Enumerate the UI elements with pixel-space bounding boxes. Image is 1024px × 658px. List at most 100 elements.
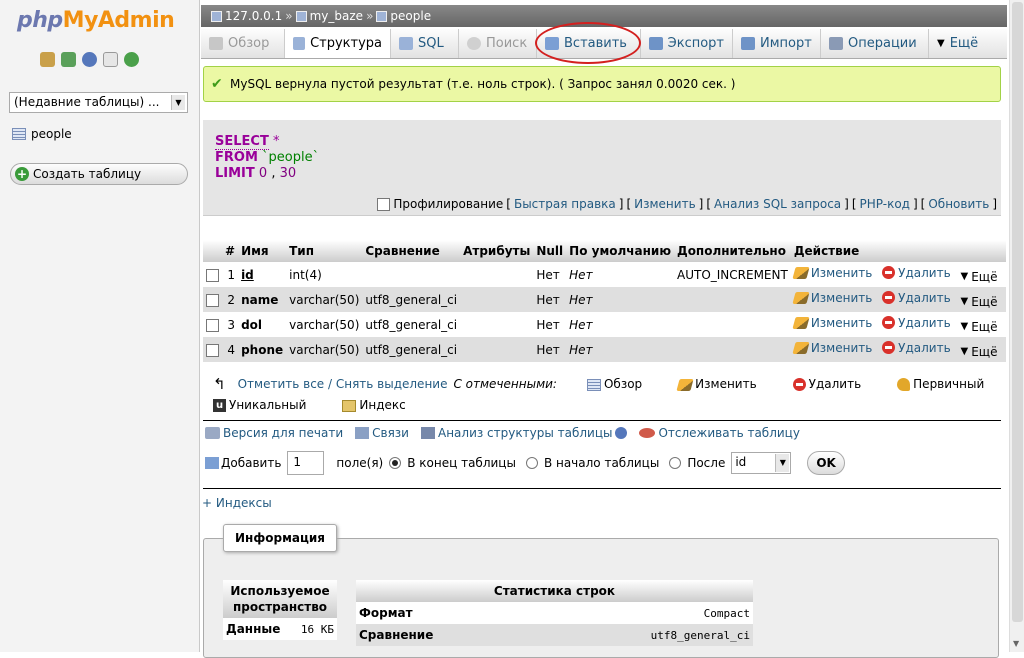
at-begin-label: В начало таблицы bbox=[543, 456, 660, 470]
sidebar-table-people[interactable]: people bbox=[12, 127, 72, 141]
ok-button[interactable]: OK bbox=[807, 451, 845, 475]
bulk-unique-button[interactable]: u Уникальный bbox=[213, 395, 306, 416]
more-actions-button[interactable]: ▼ Ещё bbox=[960, 270, 997, 284]
column-header: Null bbox=[533, 240, 567, 262]
pencil-icon bbox=[792, 342, 810, 354]
row-number: 1 bbox=[222, 262, 239, 287]
check-all-link[interactable]: Отметить все / Снять выделение bbox=[238, 374, 448, 395]
docs-icon[interactable] bbox=[103, 52, 118, 67]
space-usage-header: Используемое пространство bbox=[223, 580, 337, 618]
column-header: # bbox=[222, 240, 239, 262]
field-count-input[interactable]: 1 bbox=[287, 451, 325, 475]
analyze-icon bbox=[420, 427, 435, 439]
create-table-button[interactable]: + Создать таблицу bbox=[10, 163, 188, 185]
field-attributes bbox=[460, 287, 534, 312]
bulk-edit-button[interactable]: Изменить bbox=[676, 374, 757, 395]
breadcrumb-server[interactable]: 127.0.0.1 bbox=[225, 5, 282, 27]
bulk-primary-button[interactable]: Первичный bbox=[897, 374, 984, 395]
edit-field-button[interactable]: Изменить bbox=[792, 291, 872, 305]
exit-icon[interactable] bbox=[61, 52, 76, 67]
breadcrumb-table[interactable]: people bbox=[390, 5, 431, 27]
print-view-link[interactable]: Версия для печати bbox=[205, 426, 343, 440]
phpmyadmin-logo[interactable]: phpMyAdmin bbox=[17, 8, 175, 33]
row-statistics-table: Статистика строк Формат Compact Сравнени… bbox=[356, 580, 753, 646]
bracket: [ bbox=[706, 197, 712, 211]
explain-sql-link[interactable]: Анализ SQL запроса bbox=[714, 197, 841, 211]
edit-field-button[interactable]: Изменить bbox=[792, 266, 872, 280]
scroll-down-icon[interactable]: ▼ bbox=[1013, 639, 1019, 648]
sql-icon bbox=[399, 37, 413, 50]
tab-search[interactable]: Поиск bbox=[459, 29, 537, 58]
after-field-select[interactable]: id ▼ bbox=[731, 452, 792, 474]
quick-edit-link[interactable]: Быстрая правка bbox=[514, 197, 616, 211]
tab-import[interactable]: Импорт bbox=[733, 29, 821, 58]
delete-field-button[interactable]: Удалить bbox=[882, 291, 951, 305]
logo-my-text: My bbox=[62, 8, 99, 33]
indexes-toggle-link[interactable]: + Индексы bbox=[202, 496, 272, 510]
row-checkbox-cell bbox=[203, 262, 222, 287]
delete-field-button[interactable]: Удалить bbox=[882, 341, 951, 355]
help-icon[interactable] bbox=[615, 427, 628, 439]
stat-value: Compact bbox=[527, 602, 753, 624]
more-actions-button[interactable]: ▼ Ещё bbox=[960, 320, 997, 334]
row-checkbox-cell bbox=[203, 337, 222, 362]
field-attributes bbox=[460, 337, 534, 362]
bulk-browse-button[interactable]: Обзор bbox=[586, 374, 642, 395]
row-checkbox[interactable] bbox=[206, 268, 219, 282]
tab-export[interactable]: Экспорт bbox=[641, 29, 733, 58]
tab-insert[interactable]: Вставить bbox=[537, 29, 641, 58]
eye-icon bbox=[639, 428, 656, 438]
tab-structure[interactable]: Структура bbox=[285, 29, 391, 58]
recent-tables-select[interactable]: (Недавние таблицы) ... ▼ bbox=[9, 92, 188, 113]
row-checkbox[interactable] bbox=[206, 293, 219, 307]
structure-icon bbox=[293, 37, 306, 50]
after-radio[interactable] bbox=[669, 457, 682, 469]
more-label: Ещё bbox=[971, 319, 998, 334]
at-end-radio[interactable] bbox=[389, 457, 402, 469]
profiling-label: Профилирование bbox=[393, 197, 504, 211]
more-actions-button[interactable]: ▼ Ещё bbox=[960, 295, 997, 309]
row-checkbox[interactable] bbox=[206, 318, 219, 332]
tab-operations[interactable]: Операции bbox=[821, 29, 929, 58]
bulk-delete-button[interactable]: Удалить bbox=[792, 374, 861, 395]
row-checkbox[interactable] bbox=[206, 343, 219, 357]
pencil-icon bbox=[676, 378, 694, 391]
fields-label: поле(я) bbox=[336, 456, 384, 470]
at-begin-radio[interactable] bbox=[525, 457, 538, 469]
analyze-structure-link[interactable]: Анализ структуры таблицы bbox=[420, 426, 628, 440]
bulk-index-button[interactable]: Индекс bbox=[342, 395, 406, 416]
profiling-checkbox[interactable] bbox=[377, 197, 391, 211]
delete-field-button[interactable]: Удалить bbox=[882, 316, 951, 330]
edit-query-link[interactable]: Изменить bbox=[634, 197, 696, 211]
nav-icon-bar bbox=[40, 52, 139, 67]
stat-label: Сравнение bbox=[356, 624, 528, 646]
tab-more[interactable]: ▼ Ещё bbox=[929, 29, 1001, 58]
delete-field-button[interactable]: Удалить bbox=[882, 266, 951, 280]
home-icon[interactable] bbox=[40, 52, 55, 67]
php-code-link[interactable]: PHP-код bbox=[860, 197, 910, 211]
with-selected-bar: ↰ Отметить все / Снять выделение С отмеч… bbox=[213, 374, 993, 416]
tab-sql[interactable]: SQL bbox=[391, 29, 459, 58]
tab-browse[interactable]: Обзор bbox=[201, 29, 285, 58]
field-attributes bbox=[460, 312, 534, 337]
vertical-scrollbar[interactable]: ▼ bbox=[1009, 0, 1024, 652]
edit-field-button[interactable]: Изменить bbox=[792, 341, 872, 355]
breadcrumb-database[interactable]: my_baze bbox=[310, 5, 363, 27]
create-table-label: Создать таблицу bbox=[33, 167, 142, 181]
field-null: Нет bbox=[533, 312, 567, 337]
pencil-icon bbox=[792, 292, 810, 304]
relations-link[interactable]: Связи bbox=[355, 426, 409, 440]
scrollbar-thumb[interactable] bbox=[1012, 2, 1023, 622]
help-icon[interactable] bbox=[82, 52, 97, 67]
server-icon bbox=[211, 10, 222, 22]
row-number: 3 bbox=[222, 312, 239, 337]
more-actions-button[interactable]: ▼ Ещё bbox=[960, 345, 997, 359]
edit-field-button[interactable]: Изменить bbox=[792, 316, 872, 330]
bracket: [ bbox=[626, 197, 632, 211]
refresh-link[interactable]: Обновить bbox=[928, 197, 989, 211]
breadcrumb: 127.0.0.1 » my_baze » people bbox=[201, 5, 1007, 27]
success-message-text: MySQL вернула пустой результат (т.е. нол… bbox=[230, 77, 736, 91]
track-table-link[interactable]: Отслеживать таблицу bbox=[639, 426, 800, 440]
reload-icon[interactable] bbox=[124, 52, 139, 67]
tab-search-label: Поиск bbox=[486, 36, 528, 51]
